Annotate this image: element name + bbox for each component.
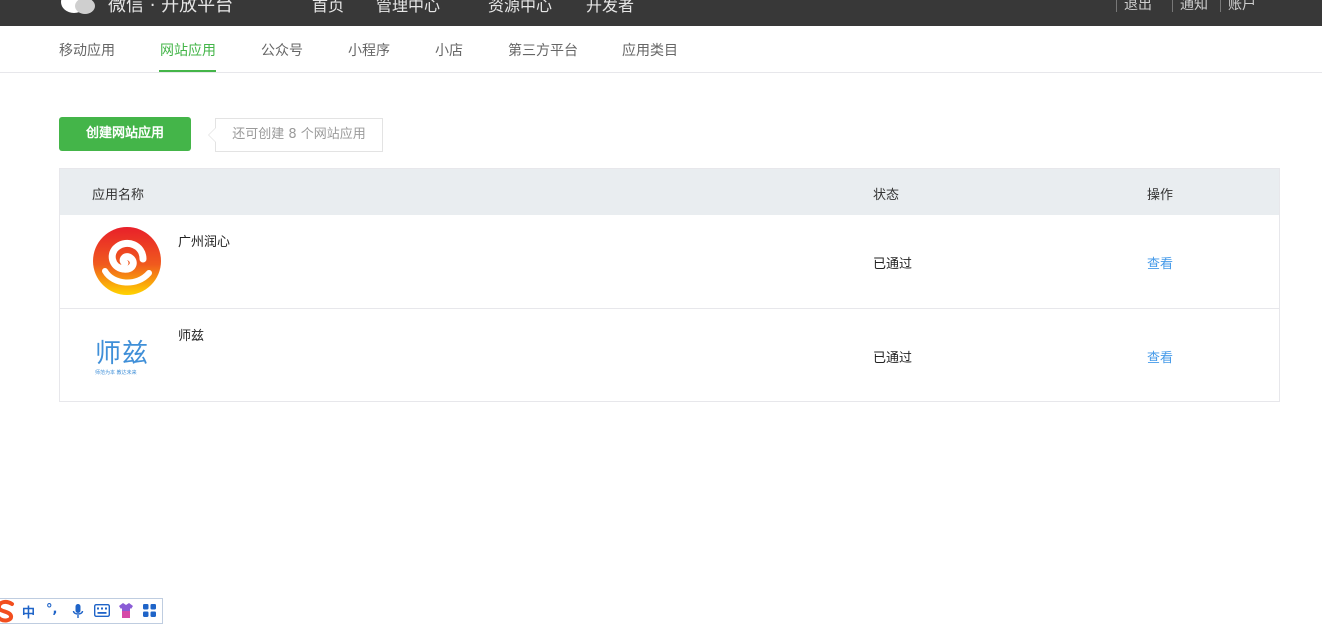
tab-mini-programs[interactable]: 小程序: [348, 40, 390, 60]
column-header-app-name: 应用名称: [92, 188, 145, 203]
remaining-quota-text: 还可创建 8 个网站应用: [232, 127, 366, 142]
ime-toolbar: 中 °,: [0, 598, 163, 624]
brand-title: 微信 · 开放平台: [108, 0, 234, 16]
tab-third-party-platform[interactable]: 第三方平台: [508, 40, 578, 60]
toolbox-grid-icon[interactable]: [142, 603, 157, 618]
create-website-app-button[interactable]: 创建网站应用: [59, 117, 191, 151]
tab-website-apps[interactable]: 网站应用: [160, 40, 216, 60]
top-menu-manage[interactable]: 管理中心: [376, 0, 440, 16]
app-status: 已通过: [873, 351, 913, 366]
view-app-link[interactable]: 查看: [1147, 253, 1173, 272]
top-menu-home[interactable]: 首页: [312, 0, 344, 16]
shizi-logo-icon: 师兹 师范为本 教达未来: [91, 319, 163, 391]
tab-shop[interactable]: 小店: [435, 40, 463, 60]
keyboard-icon[interactable]: [94, 604, 110, 617]
top-notice-link[interactable]: 通知: [1180, 0, 1208, 14]
shizi-logo-text: 师兹: [95, 339, 150, 369]
column-header-status: 状态: [873, 188, 900, 203]
top-logout-link[interactable]: 退出: [1124, 0, 1152, 14]
column-header-actions: 操作: [1147, 188, 1174, 203]
app-table: 应用名称 状态 操作 广州润心 已通过 查看 师兹 师范为本 教达未来 师兹 已: [59, 168, 1280, 402]
runxin-logo-icon: [93, 227, 161, 295]
table-row: 广州润心 已通过 查看: [60, 215, 1279, 308]
tip-arrow-fill: [209, 127, 217, 143]
remaining-quota-tip: 还可创建 8 个网站应用: [208, 118, 383, 152]
table-row: 师兹 师范为本 教达未来 师兹 已通过 查看: [60, 308, 1279, 402]
tab-official-accounts[interactable]: 公众号: [261, 40, 303, 60]
sub-nav: 移动应用 网站应用 公众号 小程序 小店 第三方平台 应用类目: [0, 26, 1322, 73]
microphone-icon[interactable]: [72, 603, 84, 619]
top-menu-developer[interactable]: 开发者: [586, 0, 634, 16]
view-app-link[interactable]: 查看: [1147, 347, 1173, 366]
active-tab-underline: [159, 70, 216, 72]
skin-icon[interactable]: [118, 602, 134, 619]
sogou-logo-icon[interactable]: [0, 599, 16, 623]
top-account-link[interactable]: 账户: [1228, 0, 1256, 14]
top-menu-resources[interactable]: 资源中心: [488, 0, 552, 16]
table-header: 应用名称 状态 操作: [60, 169, 1279, 215]
top-separator: [1116, 0, 1117, 12]
tab-app-categories[interactable]: 应用类目: [622, 40, 678, 60]
shizi-logo-tagline: 师范为本 教达未来: [95, 370, 137, 376]
app-name: 师兹: [178, 329, 205, 344]
ime-mode-toggle[interactable]: 中: [22, 602, 35, 621]
ime-punctuation-toggle[interactable]: °,: [46, 602, 57, 617]
app-name: 广州润心: [178, 235, 231, 250]
app-status: 已通过: [873, 257, 913, 272]
tab-mobile-apps[interactable]: 移动应用: [59, 40, 115, 60]
wechat-logo-icon: [61, 0, 95, 14]
top-separator: [1220, 0, 1221, 12]
top-bar: 微信 · 开放平台 首页 管理中心 资源中心 开发者 退出 通知 账户: [0, 0, 1322, 26]
top-separator: [1172, 0, 1173, 12]
